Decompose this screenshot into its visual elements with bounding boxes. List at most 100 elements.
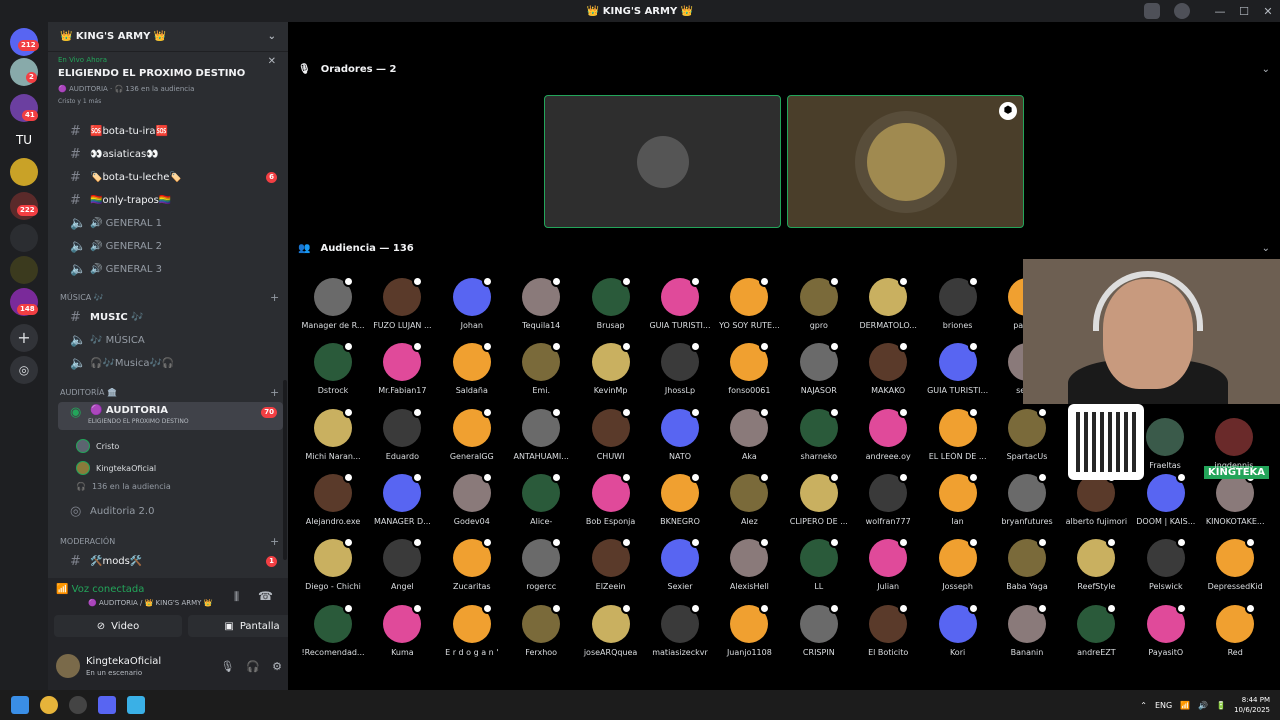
stage-user[interactable]: Cristo: [76, 439, 119, 453]
voice-channel[interactable]: 🔈 🔊 GENERAL 2: [58, 235, 283, 257]
microphone-icon[interactable]: 🎙: [220, 660, 234, 673]
audience-member[interactable]: ReefStyle: [1061, 537, 1131, 591]
stage-channel[interactable]: ◎ Auditoria 2.0: [58, 500, 283, 522]
audience-member[interactable]: Dstrock: [298, 341, 368, 395]
audience-member[interactable]: MAKAKO: [853, 341, 923, 395]
audience-member[interactable]: JhossLp: [645, 341, 715, 395]
audience-member[interactable]: !Recomendad...: [298, 602, 368, 657]
audience-member[interactable]: Sexier: [645, 537, 715, 591]
audience-member[interactable]: Eduardo: [367, 406, 437, 461]
avatar[interactable]: [56, 654, 80, 678]
audience-member[interactable]: DERMATOLO...: [853, 276, 923, 330]
audience-member[interactable]: GUIA TURISTI...: [923, 341, 993, 395]
audience-member[interactable]: Pelswick: [1131, 537, 1201, 591]
language-indicator[interactable]: ENG: [1155, 701, 1172, 710]
audience-member[interactable]: Angel: [367, 537, 437, 591]
audience-member[interactable]: KINOKOTAKE...: [1200, 471, 1270, 526]
audience-member[interactable]: Fraeltas: [1130, 418, 1200, 470]
audience-member[interactable]: SpartacUs: [992, 406, 1062, 461]
battery-icon[interactable]: 🔋: [1216, 701, 1226, 710]
audience-member[interactable]: CRISPIN: [784, 602, 854, 657]
audience-member[interactable]: Saldaña: [437, 341, 507, 395]
add-server-icon[interactable]: +: [10, 324, 38, 352]
audience-member[interactable]: Alez: [714, 471, 784, 526]
audience-member[interactable]: YO SOY RUTE...: [714, 276, 784, 330]
audience-member[interactable]: GUIA TURISTI...: [645, 276, 715, 330]
chevron-down-icon[interactable]: ⌄: [1262, 243, 1270, 254]
volume-icon[interactable]: 🔊: [1198, 701, 1208, 710]
discord-icon[interactable]: [98, 696, 116, 714]
clock[interactable]: 8:44 PM 10/6/2025: [1234, 695, 1270, 715]
audience-member[interactable]: GeneralGG: [437, 406, 507, 461]
notepad-icon[interactable]: [127, 696, 145, 714]
audience-member[interactable]: Michi Naran...: [298, 406, 368, 461]
help-icon[interactable]: [1174, 3, 1190, 19]
server-icon[interactable]: [10, 256, 38, 284]
audience-member[interactable]: sharneko: [784, 406, 854, 461]
audience-member[interactable]: Bananin: [992, 602, 1062, 657]
maximize-icon[interactable]: ☐: [1232, 5, 1256, 18]
channel-item[interactable]: # 🛠️mods🛠️ 1: [58, 550, 283, 572]
video-button[interactable]: ⊘ Video: [54, 615, 182, 637]
audience-member[interactable]: Ferxhoo: [506, 602, 576, 657]
stage-channel-auditoria[interactable]: ◉ 🟣 AUDITORIA ELIGIENDO EL PROXIMO DESTI…: [58, 402, 283, 430]
channel-scrollbar[interactable]: [283, 380, 287, 560]
audience-member[interactable]: Red: [1200, 602, 1270, 657]
audience-member[interactable]: Ian: [923, 471, 993, 526]
audience-member[interactable]: ingdennis: [1199, 418, 1269, 470]
channel-item[interactable]: # 🏳️‍🌈only-trapos🏳️‍🌈: [58, 189, 283, 211]
audience-count[interactable]: 🎧 136 en la audiencia: [76, 482, 171, 491]
channel-item[interactable]: # 👀asiaticas👀: [58, 143, 283, 165]
audience-member[interactable]: wolfran777: [853, 471, 923, 526]
audience-member[interactable]: DOOM | KAIS...: [1131, 471, 1201, 526]
audience-member[interactable]: AlexisHell: [714, 537, 784, 591]
chevron-up-icon[interactable]: ⌃: [1140, 701, 1147, 710]
disconnect-icon[interactable]: ☎: [258, 589, 273, 603]
audience-member[interactable]: Godev04: [437, 471, 507, 526]
voice-channel[interactable]: 🔈 🎶 MÚSICA: [58, 329, 283, 351]
audience-member[interactable]: Alejandro.exe: [298, 471, 368, 526]
voice-channel[interactable]: 🔈 🔊 GENERAL 1: [58, 212, 283, 234]
audience-member[interactable]: KevinMp: [576, 341, 646, 395]
voice-channel[interactable]: 🔈 🔊 GENERAL 3: [58, 258, 283, 280]
audience-member[interactable]: matiasizeckvr: [645, 602, 715, 657]
audience-member[interactable]: Diego - Chichi: [298, 537, 368, 591]
audience-member[interactable]: alberto fujimori: [1061, 471, 1131, 526]
audience-member[interactable]: EL LEÓN DE ...: [923, 406, 993, 461]
channel-item[interactable]: # 𝗠𝗨𝗦𝗜𝗖 🎶: [58, 306, 283, 328]
audience-member[interactable]: andreEZT: [1061, 602, 1131, 657]
category-music[interactable]: MÚSICA 🎶 +: [60, 291, 279, 304]
audience-member[interactable]: rogercc: [506, 537, 576, 591]
close-window-icon[interactable]: ✕: [1256, 5, 1280, 18]
audience-member[interactable]: FUZO LUJAN ...: [367, 276, 437, 330]
audience-member[interactable]: NAJASOR: [784, 341, 854, 395]
audience-member[interactable]: E r d o g a n ': [437, 602, 507, 657]
soundboard-icon[interactable]: ⫼: [234, 590, 239, 604]
wifi-icon[interactable]: 📶: [1180, 701, 1190, 710]
speaker-tile[interactable]: [544, 95, 781, 228]
audience-member[interactable]: CHUWI: [576, 406, 646, 461]
audience-member[interactable]: Juanjo1108: [714, 602, 784, 657]
audience-member[interactable]: Mr.Fabian17: [367, 341, 437, 395]
audience-member[interactable]: Tequila14: [506, 276, 576, 330]
audience-member[interactable]: NATO: [645, 406, 715, 461]
audience-member[interactable]: BKNEGRO: [645, 471, 715, 526]
audience-member[interactable]: Alice-: [506, 471, 576, 526]
audience-member[interactable]: Brusap: [576, 276, 646, 330]
audience-member[interactable]: Johan: [437, 276, 507, 330]
audience-member[interactable]: Manager de R...: [298, 276, 368, 330]
voice-location[interactable]: 🟣 AUDITORIA / 👑 KING'S ARMY 👑: [88, 599, 212, 607]
server-icon[interactable]: [10, 158, 38, 186]
headphones-icon[interactable]: 🎧: [246, 660, 260, 673]
audience-member[interactable]: Kuma: [367, 602, 437, 657]
audience-member[interactable]: Kori: [923, 602, 993, 657]
audience-member[interactable]: andreee.oy: [853, 406, 923, 461]
audience-member[interactable]: Baba Yaga: [992, 537, 1062, 591]
voice-channel[interactable]: 🔈 🎧🎶Musica🎶🎧: [58, 352, 283, 374]
audience-member[interactable]: PayasitO: [1131, 602, 1201, 657]
audience-member[interactable]: Bob Esponja: [576, 471, 646, 526]
audience-member[interactable]: El Boticito: [853, 602, 923, 657]
inbox-icon[interactable]: [1144, 3, 1160, 19]
category-moderacion[interactable]: MODERACIÓN +: [60, 535, 279, 548]
audience-member[interactable]: briones: [923, 276, 993, 330]
